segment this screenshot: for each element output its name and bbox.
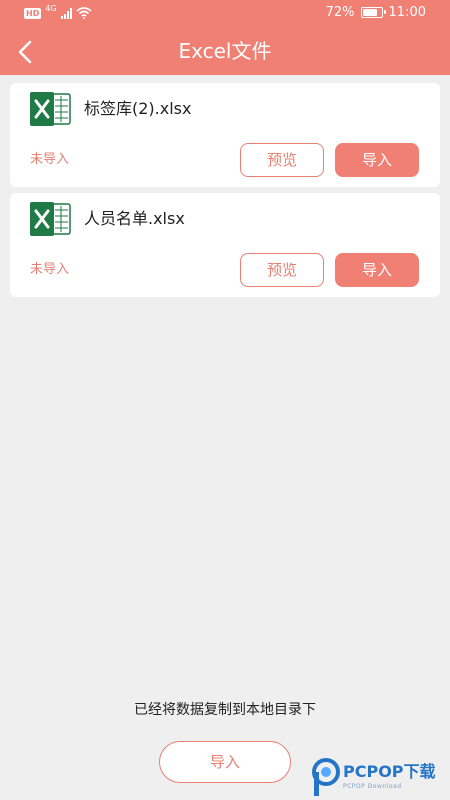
- preview-button[interactable]: 预览: [240, 253, 324, 287]
- excel-file-icon: [30, 202, 71, 236]
- bottom-import-button[interactable]: 导入: [159, 741, 291, 783]
- file-name: 人员名单.xlsx: [84, 209, 185, 228]
- file-card: 人员名单.xlsx 未导入 预览 导入: [10, 193, 440, 297]
- status-right: 72% 11:00: [326, 5, 426, 20]
- battery-percent: 72%: [325, 5, 355, 20]
- import-status: 未导入: [30, 152, 70, 167]
- file-name: 标签库(2).xlsx: [84, 99, 192, 118]
- import-status: 未导入: [30, 262, 70, 277]
- hd-badge: HD: [24, 7, 42, 19]
- watermark-subtext: PCPOP Download: [343, 783, 402, 790]
- clock: 11:00: [388, 5, 426, 20]
- watermark-text: PCPOP下载: [343, 762, 436, 781]
- preview-button[interactable]: 预览: [240, 143, 324, 177]
- status-left: HD 4G: [24, 4, 92, 19]
- signal-icon: [60, 7, 72, 19]
- battery-fill: [362, 9, 377, 16]
- excel-file-icon: [30, 92, 71, 126]
- status-bar: HD 4G 72% 11:00: [0, 0, 450, 28]
- network-type-label: 4G: [45, 4, 57, 13]
- import-button[interactable]: 导入: [335, 143, 419, 177]
- watermark-logo: PCPOP下载 PCPOP Download: [311, 756, 450, 800]
- file-card: 标签库(2).xlsx 未导入 预览 导入: [10, 83, 440, 187]
- toast-message: 已经将数据复制到本地目录下: [134, 702, 316, 718]
- page-title: Excel文件: [178, 39, 272, 63]
- wifi-icon: [76, 7, 92, 19]
- pcpop-logo-icon: [312, 758, 340, 796]
- app-header: HD 4G 72% 11:00 Excel文件: [0, 0, 450, 75]
- battery-icon: [360, 7, 386, 18]
- import-button[interactable]: 导入: [335, 253, 419, 287]
